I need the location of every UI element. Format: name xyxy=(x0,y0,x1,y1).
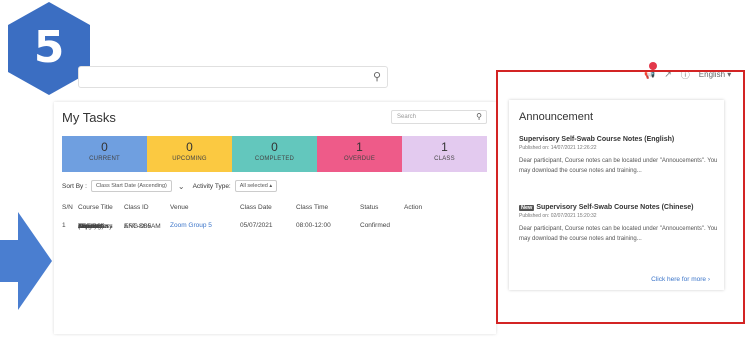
col-header: Status xyxy=(360,204,379,211)
search-icon[interactable]: ⚲ xyxy=(373,70,381,83)
stat-overdue[interactable]: 1 OVERDUE xyxy=(317,136,402,172)
click-here-for-more-link[interactable]: Click here for more › xyxy=(651,276,710,283)
stat-label: CLASS xyxy=(434,156,455,162)
task-filters: Sort By : Class Start Date (Ascending) ⌄… xyxy=(62,180,278,192)
stat-class[interactable]: 1 CLASS xyxy=(402,136,487,172)
stat-count: 0 xyxy=(271,140,278,154)
sort-by-select[interactable]: Class Start Date (Ascending) xyxy=(90,180,172,192)
cell-sn: 1 xyxy=(62,222,66,229)
col-header: Class Time xyxy=(296,204,329,211)
announcement-item[interactable]: Supervisory Self-Swab Course Notes (Engl… xyxy=(519,136,719,176)
my-tasks-panel: My Tasks Search ⚲ 0 CURRENT 0 UPCOMING 0… xyxy=(54,102,496,334)
announcement-heading[interactable]: Supervisory Self-Swab Course Notes (Chin… xyxy=(536,204,693,211)
notification-dot xyxy=(649,62,657,70)
col-header: Class Date xyxy=(240,204,272,211)
cell-status: Confirmed xyxy=(360,222,390,229)
stat-count: 1 xyxy=(441,140,448,154)
screenshot-root: 5 ⚲ 📢 ↗ ⓘ English ▾ My Tasks Search ⚲ 0 … xyxy=(0,0,748,339)
sort-by-label: Sort By : xyxy=(62,182,87,190)
new-badge: New xyxy=(519,205,535,211)
stat-count: 0 xyxy=(101,140,108,154)
col-header: Venue xyxy=(170,204,189,211)
announcement-title: Announcement xyxy=(519,111,593,123)
stat-label: OVERDUE xyxy=(343,156,376,162)
col-header: Action xyxy=(404,204,423,211)
stat-completed[interactable]: 0 COMPLETED xyxy=(232,136,317,172)
global-search-input[interactable]: ⚲ xyxy=(78,66,388,88)
search-icon[interactable]: ⚲ xyxy=(476,112,482,121)
stat-upcoming[interactable]: 0 UPCOMING xyxy=(147,136,232,172)
my-tasks-title: My Tasks xyxy=(62,110,116,125)
stat-label: UPCOMING xyxy=(172,156,207,162)
activity-type-label: Activity Type: xyxy=(192,182,231,190)
right-arrow-icon xyxy=(0,212,52,310)
course-title-line: Swab xyxy=(78,223,95,230)
announcement-body: Dear participant, Course notes can be lo… xyxy=(519,226,718,242)
announcement-panel: Announcement Supervisory Self-Swab Cours… xyxy=(509,100,724,290)
col-header: Course Title xyxy=(78,204,113,211)
cell-class-date: 05/07/2021 xyxy=(240,222,273,229)
stat-count: 1 xyxy=(356,140,363,154)
announcement-body: Dear participant, Course notes can be lo… xyxy=(519,158,718,174)
tasks-search-placeholder: Search xyxy=(397,114,417,120)
announcement-heading-row[interactable]: New Supervisory Self-Swab Course Notes (C… xyxy=(519,204,719,211)
tasks-search-input[interactable]: Search ⚲ xyxy=(391,110,487,124)
col-header: Class ID xyxy=(124,204,149,211)
col-header: S/N xyxy=(62,204,73,211)
stat-label: CURRENT xyxy=(89,156,120,162)
chevron-down-icon[interactable]: ⌄ xyxy=(178,182,185,191)
task-status-tiles: 0 CURRENT 0 UPCOMING 0 COMPLETED 1 OVERD… xyxy=(62,136,487,172)
cell-class-time: 08:00-12:00 xyxy=(296,222,331,229)
stat-current[interactable]: 0 CURRENT xyxy=(62,136,147,172)
announcement-published: Published on: 02/07/2021 15:20:32 xyxy=(519,213,597,219)
announcement-item[interactable]: New Supervisory Self-Swab Course Notes (C… xyxy=(519,204,719,244)
stat-label: COMPLETED xyxy=(254,156,295,162)
announcement-heading[interactable]: Supervisory Self-Swab Course Notes (Engl… xyxy=(519,136,719,143)
class-id-line: ENG-005 xyxy=(124,223,152,230)
venue-link[interactable]: Zoom Group 5 xyxy=(170,222,212,229)
activity-type-select[interactable]: All selected ▴ xyxy=(234,180,278,192)
announcement-published: Published on: 14/07/2021 12:26:22 xyxy=(519,145,597,151)
stat-count: 0 xyxy=(186,140,193,154)
